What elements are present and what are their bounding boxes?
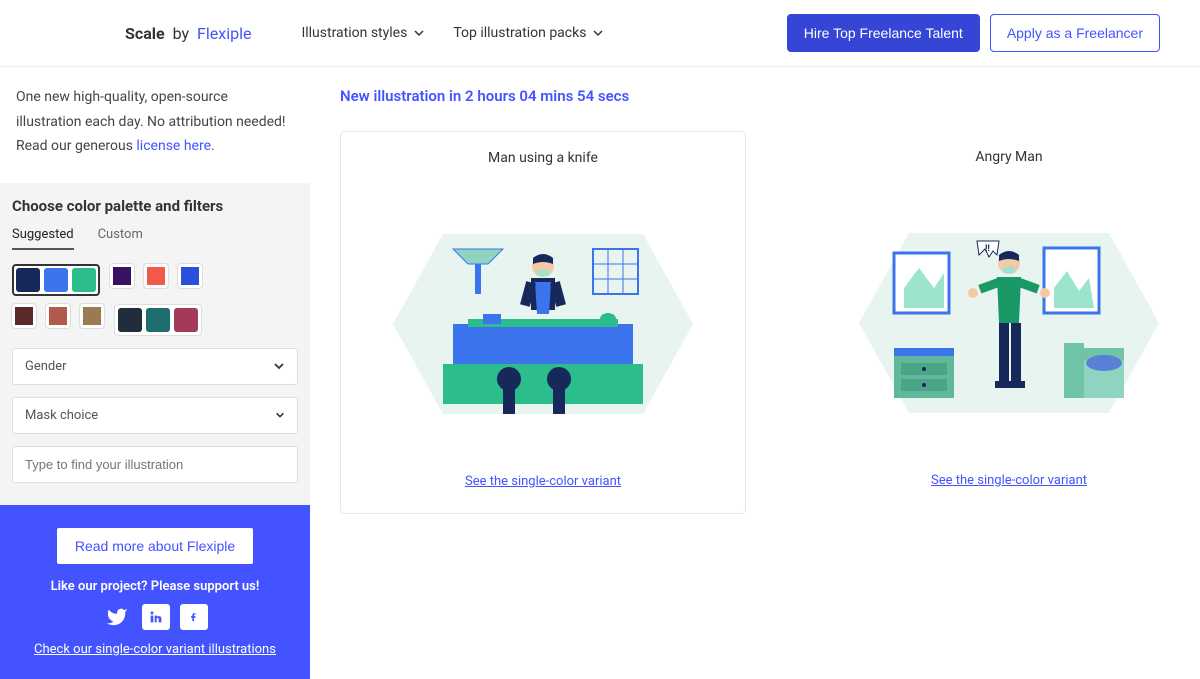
mask-select[interactable]: Mask choice (12, 397, 298, 434)
license-link[interactable]: license here (136, 138, 211, 154)
chevron-down-icon (275, 410, 285, 420)
tab-custom[interactable]: Custom (98, 227, 143, 250)
countdown-time: 2 hours 04 mins 54 secs (465, 87, 629, 105)
brand-flexiple: Flexiple (197, 24, 251, 43)
linkedin-icon[interactable] (142, 604, 170, 630)
nav-links: Illustration styles Top illustration pac… (301, 25, 604, 41)
gender-select[interactable]: Gender (12, 348, 298, 385)
sidebar: One new high-quality, open-source illust… (0, 67, 310, 679)
filter-panel: Choose color palette and filters Suggest… (0, 183, 310, 505)
swatch (118, 308, 142, 332)
palette-group-1[interactable] (12, 264, 100, 296)
nav-top-packs[interactable]: Top illustration packs (453, 25, 604, 41)
swatch (146, 308, 170, 332)
illustration-card[interactable]: Man using a knife (340, 131, 746, 514)
swatch (16, 268, 40, 292)
swatch-single[interactable] (12, 304, 36, 328)
main-content: New illustration in 2 hours 04 mins 54 s… (310, 67, 1200, 679)
brand-logo[interactable]: Scale by Flexiple (125, 24, 251, 43)
swatch-single[interactable] (178, 264, 202, 288)
gender-label: Gender (25, 359, 67, 374)
swatch (72, 268, 96, 292)
filter-title: Choose color palette and filters (12, 197, 298, 215)
promo-panel: Read more about Flexiple Like our projec… (0, 505, 310, 679)
hire-talent-button[interactable]: Hire Top Freelance Talent (787, 14, 980, 52)
swatch-single[interactable] (46, 304, 70, 328)
apply-freelancer-button[interactable]: Apply as a Freelancer (990, 14, 1160, 52)
variant-link[interactable]: See the single-color variant (465, 474, 621, 489)
read-more-button[interactable]: Read more about Flexiple (56, 527, 254, 565)
header-bar: Scale by Flexiple Illustration styles To… (0, 0, 1200, 67)
tab-suggested[interactable]: Suggested (12, 227, 74, 250)
chevron-down-icon (273, 360, 285, 372)
mask-label: Mask choice (25, 408, 98, 423)
intro-post: . (211, 138, 215, 154)
palette-tabs: Suggested Custom (12, 227, 298, 250)
illustration-image (383, 184, 703, 444)
chevron-down-icon (413, 27, 425, 39)
variant-link[interactable]: See the single-color variant (931, 473, 1087, 488)
nav-illustration-styles[interactable]: Illustration styles (301, 25, 425, 41)
illustration-image: !! (849, 183, 1169, 443)
nav-label: Top illustration packs (453, 25, 586, 41)
card-title: Angry Man (975, 149, 1042, 165)
illustration-card[interactable]: Angry Man (806, 131, 1200, 514)
swatch-single[interactable] (144, 264, 168, 288)
facebook-icon[interactable] (180, 604, 208, 630)
countdown-timer: New illustration in 2 hours 04 mins 54 s… (340, 87, 1200, 105)
card-title: Man using a knife (488, 150, 598, 166)
promo-support-text: Like our project? Please support us! (20, 579, 290, 594)
nav-label: Illustration styles (301, 25, 407, 41)
twitter-icon[interactable] (102, 604, 132, 630)
single-color-link[interactable]: Check our single-color variant illustrat… (20, 642, 290, 657)
swatch (44, 268, 68, 292)
swatch-single[interactable] (80, 304, 104, 328)
svg-text:!!: !! (985, 244, 990, 254)
countdown-prefix: New illustration in (340, 87, 465, 105)
brand-scale: Scale (125, 24, 165, 43)
brand-by: by (173, 24, 189, 43)
swatch (174, 308, 198, 332)
illustration-cards: Man using a knife (340, 131, 1200, 514)
intro-text: One new high-quality, open-source illust… (0, 67, 310, 183)
social-icons (20, 604, 290, 630)
palette-group-2[interactable] (114, 304, 202, 336)
chevron-down-icon (592, 27, 604, 39)
swatch-single[interactable] (110, 264, 134, 288)
search-input[interactable] (12, 446, 298, 483)
palette-rows (12, 264, 298, 336)
